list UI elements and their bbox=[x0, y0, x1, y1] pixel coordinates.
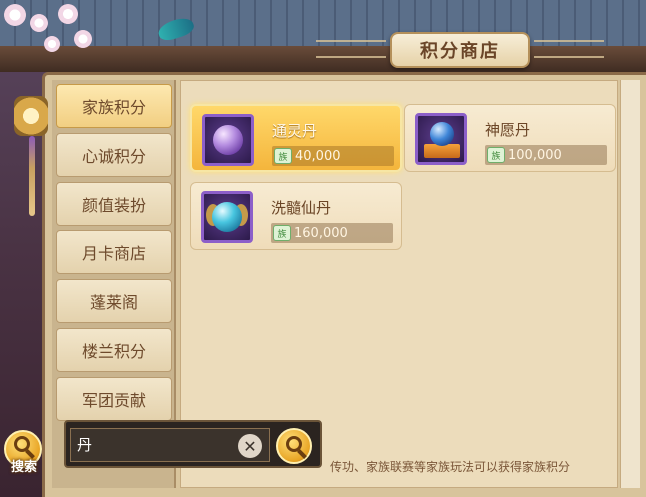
lantern-decoration bbox=[14, 96, 48, 136]
blossom-decoration bbox=[44, 36, 60, 52]
blue-pill-on-pedestal-icon bbox=[415, 113, 467, 165]
item-price: 40,000 bbox=[295, 148, 341, 164]
tab-monthly-card-shop[interactable]: 月卡商店 bbox=[56, 230, 172, 274]
search-icon-handle bbox=[297, 449, 307, 459]
family-point-coin-icon: 族 bbox=[487, 147, 505, 163]
clear-icon[interactable]: ✕ bbox=[238, 434, 262, 458]
family-point-coin-icon: 族 bbox=[273, 225, 291, 241]
blossom-decoration bbox=[74, 30, 92, 48]
family-point-coin-icon: 族 bbox=[274, 148, 292, 164]
title-ornament-right bbox=[534, 40, 604, 58]
shop-item-card[interactable]: 洗髓仙丹 族 160,000 bbox=[190, 182, 402, 250]
item-price: 160,000 bbox=[294, 225, 348, 241]
teal-winged-pill-icon bbox=[201, 191, 253, 243]
price-tag: 族 160,000 bbox=[271, 223, 393, 243]
blossom-decoration bbox=[4, 4, 26, 26]
points-hint-text: 传功、家族联赛等家族玩法可以获得家族积分 bbox=[330, 460, 571, 474]
tab-legion-contribution[interactable]: 军团贡献 bbox=[56, 377, 172, 421]
title-ornament-left bbox=[316, 40, 386, 58]
scrollbar[interactable] bbox=[620, 80, 640, 488]
tassel-decoration bbox=[29, 136, 35, 216]
shop-item-card[interactable]: 通灵丹 族 40,000 bbox=[190, 104, 402, 172]
item-name: 洗髓仙丹 bbox=[271, 199, 332, 217]
blossom-decoration bbox=[30, 14, 48, 32]
price-tag: 族 40,000 bbox=[272, 146, 394, 166]
tab-penglai-pavilion[interactable]: 蓬莱阁 bbox=[56, 279, 172, 323]
purple-pill-icon bbox=[202, 114, 254, 166]
tab-loulan-points[interactable]: 楼兰积分 bbox=[56, 328, 172, 372]
tab-sincerity-points[interactable]: 心诚积分 bbox=[56, 133, 172, 177]
tab-appearance[interactable]: 颜值装扮 bbox=[56, 182, 172, 226]
item-price: 100,000 bbox=[508, 147, 562, 163]
search-toggle-label: 搜索 bbox=[10, 460, 37, 475]
item-name: 神愿丹 bbox=[485, 121, 531, 139]
search-button[interactable] bbox=[276, 428, 312, 464]
page-title: 积分商店 bbox=[390, 32, 530, 68]
shop-item-card[interactable]: 神愿丹 族 100,000 bbox=[404, 104, 616, 172]
blossom-decoration bbox=[58, 4, 78, 24]
item-name: 通灵丹 bbox=[272, 122, 318, 140]
tab-family-points[interactable]: 家族积分 bbox=[56, 84, 172, 128]
price-tag: 族 100,000 bbox=[485, 145, 607, 165]
